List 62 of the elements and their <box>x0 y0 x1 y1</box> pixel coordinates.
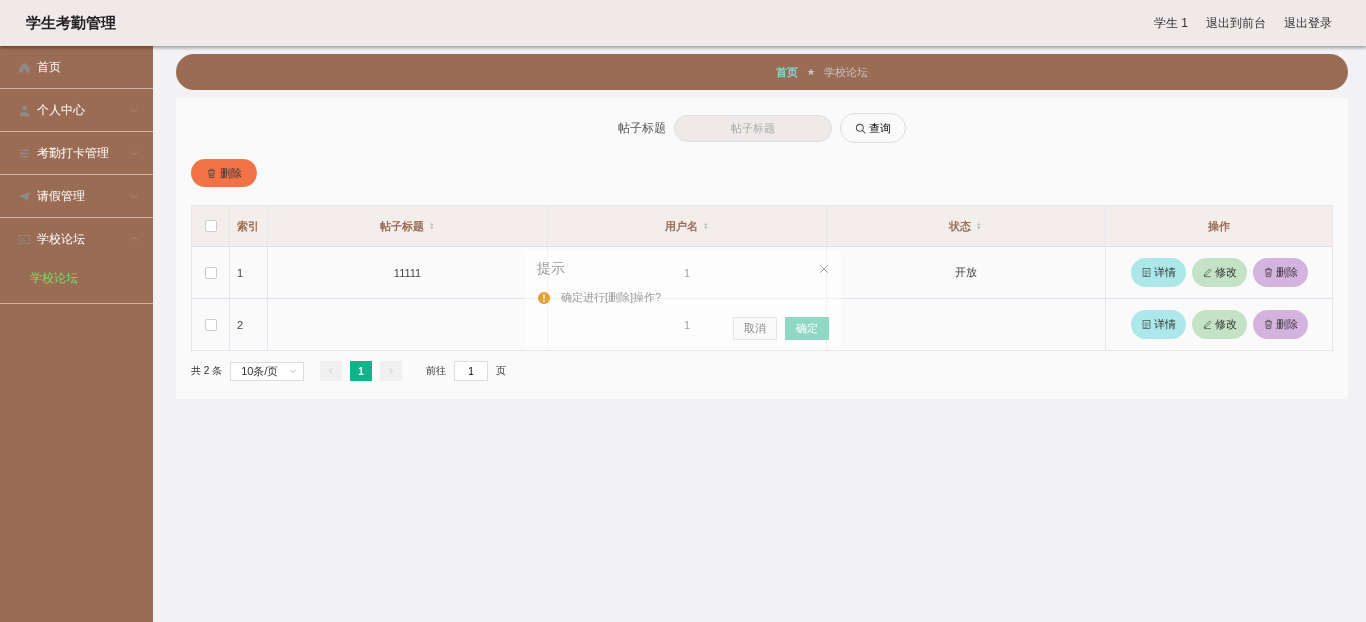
search-field[interactable]: 帖子标题 <box>674 114 832 142</box>
next-page-button[interactable] <box>380 361 403 381</box>
dialog-title: 提示 <box>537 260 565 278</box>
document-icon <box>1140 267 1152 278</box>
column-header: 操作 <box>1207 218 1231 234</box>
chevron-down-icon <box>289 367 298 375</box>
sliders-icon <box>18 146 31 160</box>
goto-label: 前往 <box>426 364 447 378</box>
table-cell: 11111 <box>393 266 422 279</box>
page-size-select[interactable]: 10条/页 <box>230 361 305 381</box>
row-checkbox[interactable] <box>204 266 217 279</box>
previous-page-button[interactable] <box>320 361 343 381</box>
detail-button[interactable]: 详情 <box>1130 310 1186 339</box>
document-icon <box>1140 319 1152 330</box>
table-cell: 1 <box>683 318 691 331</box>
page-number[interactable]: 1 <box>350 361 373 381</box>
table-cell: 1 <box>237 266 244 279</box>
breadcrumb-link[interactable]: 学校论坛 <box>824 64 868 80</box>
home-icon <box>18 60 31 74</box>
submenu-item[interactable]: 学校论坛 <box>0 264 153 293</box>
dialog-message: 确定进行[删除]操作? <box>561 290 662 305</box>
menu-item[interactable]: 学校论坛 <box>0 218 153 260</box>
close-icon <box>819 264 829 274</box>
trash-icon <box>1262 267 1274 278</box>
table-cell: 1 <box>683 266 691 279</box>
trash-icon <box>206 167 217 179</box>
header-link[interactable]: 退出到前台 <box>1206 14 1266 32</box>
breadcrumb-link[interactable]: 首页 <box>776 64 798 80</box>
total-count: 共 2 条 <box>191 364 223 378</box>
page-suffix: 页 <box>496 364 507 378</box>
sort-icon <box>701 221 710 231</box>
select-all-checkbox[interactable] <box>204 220 217 232</box>
card-icon <box>18 232 31 246</box>
search-icon <box>855 122 866 134</box>
detail-button[interactable]: 详情 <box>1130 258 1186 287</box>
user-icon <box>18 103 31 117</box>
search-button[interactable]: 查询 <box>840 113 906 143</box>
menu-item[interactable]: 请假管理 <box>0 175 153 217</box>
table-cell: 开放 <box>955 265 977 280</box>
menu-item[interactable]: 考勤打卡管理 <box>0 132 153 174</box>
delete-button[interactable]: 删除 <box>191 159 257 187</box>
menu-item[interactable]: 首页 <box>0 46 153 88</box>
pencil-icon <box>1201 319 1213 330</box>
sort-icon <box>975 221 983 231</box>
row-checkbox[interactable] <box>204 318 217 331</box>
app-title: 学生考勤管理 <box>26 13 116 33</box>
table-cell: 2 <box>237 318 244 331</box>
edit-button[interactable]: 修改 <box>1191 310 1247 339</box>
menu-item[interactable]: 个人中心 <box>0 89 153 131</box>
trash-icon <box>1262 319 1274 330</box>
delete-row-button[interactable]: 删除 <box>1252 258 1308 287</box>
header-link[interactable]: 学生 1 <box>1154 14 1188 32</box>
search-label: 帖子标题 <box>618 119 666 137</box>
header-link[interactable]: 退出登录 <box>1284 14 1332 32</box>
star-icon <box>807 68 815 76</box>
paper-plane-icon <box>18 189 31 203</box>
pencil-icon <box>1201 267 1213 278</box>
sort-icon <box>427 221 436 231</box>
edit-button[interactable]: 修改 <box>1191 258 1247 287</box>
goto-page-field[interactable]: 1 <box>454 361 489 381</box>
cancel-button[interactable]: 取消 <box>733 317 777 340</box>
delete-row-button[interactable]: 删除 <box>1252 310 1308 339</box>
